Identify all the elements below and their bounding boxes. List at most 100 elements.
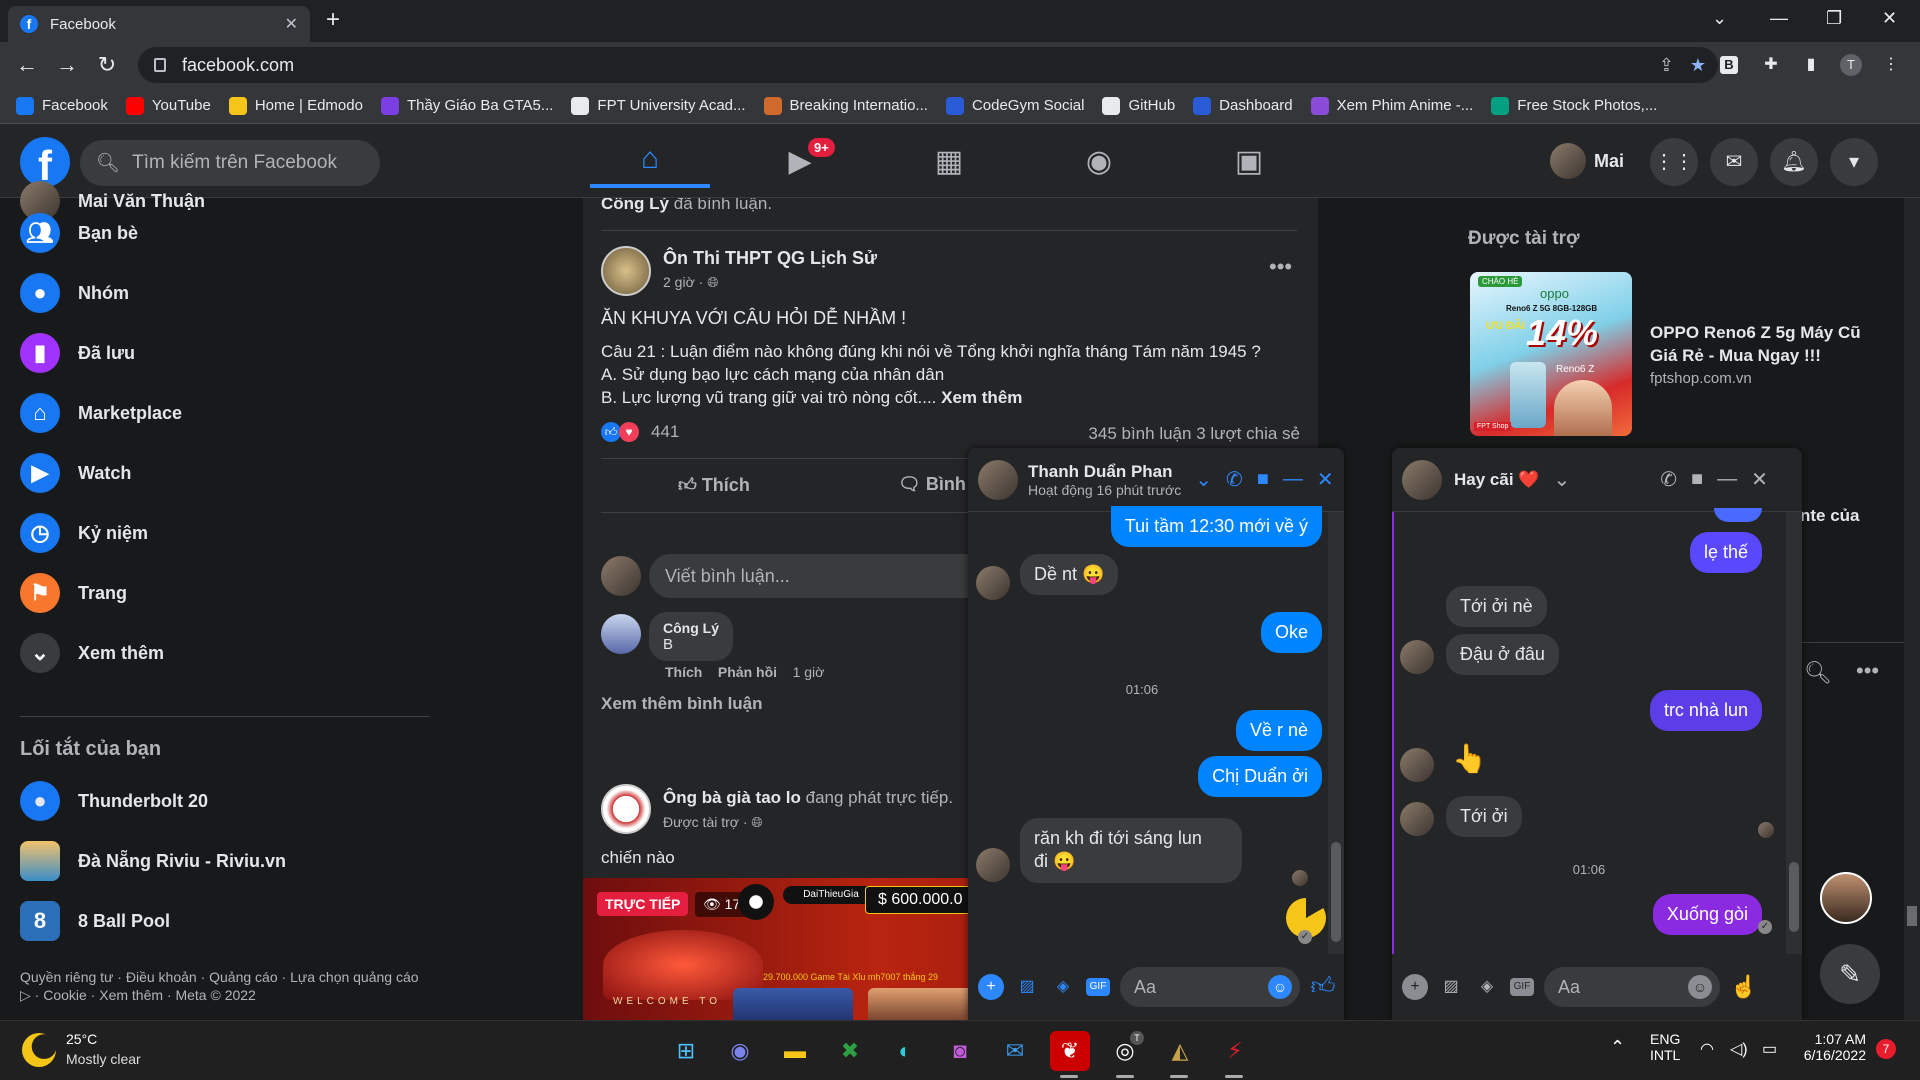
sidebar-item-watch[interactable]: ▶ Watch (20, 448, 131, 498)
wifi-icon[interactable]: ◠ (1700, 1039, 1714, 1059)
shortcut-riviu[interactable]: Đà Nẵng Riviu - Riviu.vn (20, 836, 286, 886)
sidebar-item-marketplace[interactable]: ⌂ Marketplace (20, 388, 182, 438)
chevron-down-icon[interactable]: ⌄ (1553, 467, 1570, 492)
emoji-icon[interactable]: ☺ (1688, 975, 1712, 999)
ad-image[interactable]: CHÀO HÈ oppo Reno6 Z 5G 8GB-128GB ƯU ĐÃI… (1470, 272, 1632, 436)
image-icon[interactable]: ▨ (1014, 974, 1040, 1000)
bookmark-item[interactable]: CodeGym Social (945, 96, 1084, 115)
sticker-icon[interactable]: ◈ (1474, 974, 1500, 1000)
messenger-icon[interactable]: ✉ (1710, 138, 1758, 186)
marketplace-tab-icon[interactable]: ▦ (889, 134, 1009, 188)
reload-icon[interactable]: ↻ (92, 50, 122, 80)
message-input[interactable]: Aa ☺ (1120, 967, 1300, 1007)
comment-count[interactable]: 345 bình luận (1088, 424, 1191, 443)
notifications-bell-icon[interactable]: 🔔︎ (1770, 138, 1818, 186)
sidebar-item-groups[interactable]: ● Nhóm (20, 268, 129, 318)
bookmark-item[interactable]: FPT University Acad... (571, 96, 746, 115)
new-message-icon[interactable]: ✎ (1820, 944, 1880, 1004)
scrollbar-thumb[interactable] (1331, 842, 1341, 942)
ad-domain[interactable]: fptshop.com.vn (1650, 370, 1752, 387)
bookmark-item[interactable]: Facebook (16, 96, 108, 115)
language-indicator[interactable]: ENG INTL (1650, 1031, 1680, 1063)
chevron-down-icon[interactable]: ⌄ (1195, 467, 1212, 492)
profile-button[interactable]: Mai (1550, 140, 1624, 182)
view-more-comments-link[interactable]: Xem thêm bình luận (601, 694, 763, 714)
file-explorer-icon[interactable]: ▬ (775, 1031, 815, 1071)
comment-reply-link[interactable]: Phản hồi (718, 664, 777, 680)
reactions-summary[interactable]: 👍︎ ♥ 441 (601, 422, 679, 442)
bookmark-item[interactable]: Home | Edmodo (228, 96, 363, 115)
browser-tab[interactable]: f Facebook ✕ (8, 6, 310, 42)
mail-icon[interactable]: ✉ (995, 1031, 1035, 1071)
add-icon[interactable]: + (978, 974, 1004, 1000)
minimize-icon[interactable]: — (1283, 468, 1303, 491)
bookmark-item[interactable]: YouTube (125, 96, 211, 115)
bookmark-item[interactable]: Free Stock Photos,... (1491, 96, 1657, 115)
sidebar-item-friends[interactable]: 👥︎ Bạn bè (20, 208, 138, 258)
tray-chevron-up-icon[interactable]: ⌃ (1610, 1037, 1625, 1058)
bookmark-item[interactable]: Thầy Giáo Ba GTA5... (380, 96, 553, 115)
avatar[interactable] (601, 556, 641, 596)
chat-scrollbar[interactable] (1328, 512, 1344, 954)
gif-icon[interactable]: GIF (1510, 978, 1534, 996)
video-call-icon[interactable]: ■ (1257, 468, 1269, 491)
start-windows-icon[interactable]: ⊞ (666, 1031, 706, 1071)
edge-icon[interactable]: ◐ (885, 1031, 925, 1071)
menu-grid-icon[interactable]: ⋮⋮ (1650, 138, 1698, 186)
camera-app-icon[interactable]: ◙ (940, 1031, 980, 1071)
emoji-icon[interactable]: ☺ (1268, 975, 1292, 999)
shortcut-thunderbolt[interactable]: ● Thunderbolt 20 (20, 776, 208, 826)
sidebar-item-chevron-down[interactable]: ⌄ Xem thêm (20, 628, 164, 678)
forward-icon[interactable]: → (52, 50, 82, 80)
league-of-legends-icon[interactable]: ◭ (1160, 1031, 1200, 1071)
weather-moon-icon[interactable] (22, 1033, 56, 1067)
weather-condition[interactable]: Mostly clear (66, 1051, 141, 1067)
image-icon[interactable]: ▨ (1438, 974, 1464, 1000)
comment-button[interactable]: 🗨︎ Bình (898, 474, 966, 495)
sticker-icon[interactable]: ◈ (1050, 974, 1076, 1000)
avatar[interactable] (601, 614, 641, 654)
account-chevron-icon[interactable]: ▾ (1830, 138, 1878, 186)
engagement-counts[interactable]: 345 bình luận 3 lượt chia sẻ (1088, 424, 1300, 444)
bookmark-item[interactable]: GitHub (1102, 96, 1175, 115)
close-icon[interactable]: ✕ (1751, 467, 1768, 492)
more-options-icon[interactable]: ••• (1856, 658, 1879, 684)
weather-temp[interactable]: 25°C (66, 1031, 97, 1047)
share-icon[interactable]: ⇪ (1659, 55, 1674, 76)
extension-b-icon[interactable]: B (1720, 56, 1738, 74)
bookmark-item[interactable]: Dashboard (1193, 96, 1293, 115)
chat-scrollbar[interactable] (1786, 512, 1802, 954)
sidebar-item-pages[interactable]: ⚑ Trang (20, 568, 127, 618)
teams-chat-icon[interactable]: ◉ (720, 1031, 760, 1071)
gaming-tab-icon[interactable]: ▣ (1189, 134, 1309, 188)
sidebar-item-memories[interactable]: ◷ Kỷ niệm (20, 508, 148, 558)
back-icon[interactable]: ← (12, 50, 42, 80)
menu-dots-icon[interactable]: ⋮ (1880, 54, 1902, 76)
close-tab-icon[interactable]: ✕ (285, 14, 298, 34)
groups-tab-icon[interactable]: ◉ (1039, 134, 1159, 188)
watch-tab-icon[interactable]: ▶ (740, 134, 860, 188)
bookmark-item[interactable]: Breaking Internatio... (763, 96, 928, 115)
lightning-app-icon[interactable]: ⚡︎ (1215, 1031, 1255, 1071)
phone-icon[interactable]: ✆ (1660, 467, 1677, 492)
sidebar-item-saved[interactable]: ▮ Đã lưu (20, 328, 135, 378)
pointing-up-icon[interactable]: ☝ (1730, 974, 1757, 1000)
profile-avatar[interactable]: T (1840, 54, 1862, 76)
chat-header[interactable]: Thanh Duẩn Phan Hoạt động 16 phút trước … (968, 448, 1344, 512)
close-icon[interactable]: ✕ (1317, 467, 1334, 492)
home-tab-icon[interactable]: ⌂ (590, 134, 710, 188)
post-author[interactable]: Ôn Thi THPT QG Lịch Sử (663, 248, 877, 269)
scrollbar[interactable] (1904, 198, 1920, 1020)
video-call-icon[interactable]: ■ (1691, 468, 1703, 491)
chat-header[interactable]: Hay cãi ❤️ ⌄ ✆ ■ — ✕ (1392, 448, 1802, 512)
extensions-puzzle-icon[interactable]: ✚ (1760, 54, 1782, 76)
scrollbar-thumb[interactable] (1907, 906, 1917, 926)
add-icon[interactable]: + (1402, 974, 1428, 1000)
minimize-icon[interactable]: — (1717, 468, 1737, 491)
message-input[interactable]: Aa ☺ (1544, 967, 1720, 1007)
see-more-link[interactable]: Xem thêm (941, 388, 1022, 407)
shortcut-8ballpool[interactable]: 8 8 Ball Pool (20, 896, 170, 946)
more-options-icon[interactable]: ••• (1269, 254, 1292, 280)
like-button[interactable]: 👍︎ Thích (678, 474, 750, 496)
bookmark-item[interactable]: Xem Phim Anime -... (1310, 96, 1473, 115)
